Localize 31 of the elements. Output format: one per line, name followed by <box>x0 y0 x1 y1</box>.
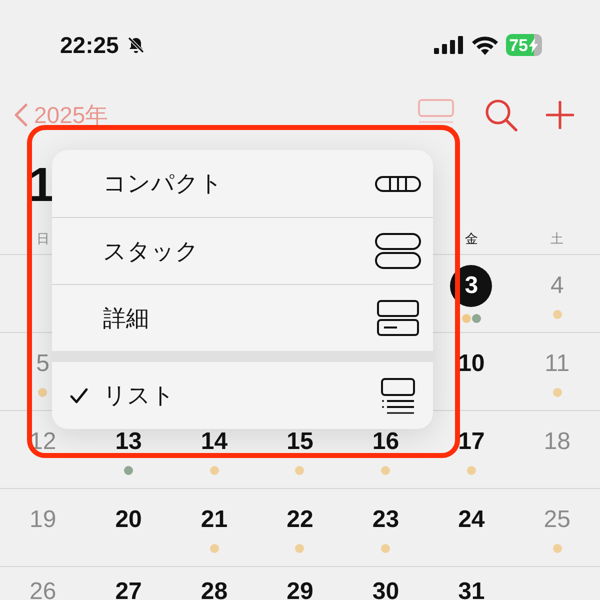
day-number[interactable]: 23 <box>368 503 403 537</box>
menu-item[interactable]: コンパクト <box>52 150 433 217</box>
day-number[interactable]: 22 <box>282 503 317 537</box>
charging-bolt-icon <box>529 38 538 52</box>
menu-item[interactable]: スタック <box>52 217 433 284</box>
stack-view-icon <box>375 233 421 269</box>
day-number[interactable]: 29 <box>282 575 317 600</box>
add-icon[interactable] <box>546 101 574 129</box>
day-number[interactable]: 31 <box>454 575 488 600</box>
checkmark-icon <box>70 388 88 404</box>
detail-view-icon <box>375 300 421 336</box>
day-number[interactable]: 24 <box>454 503 488 537</box>
search-icon[interactable] <box>484 98 518 132</box>
day-number[interactable]: 21 <box>197 503 232 537</box>
compact-view-icon <box>375 176 421 192</box>
day-number[interactable]: 20 <box>112 503 146 537</box>
status-time: 22:25 <box>60 32 119 58</box>
weekday-label: 金 <box>464 230 478 248</box>
weekday-label: 土 <box>550 230 564 248</box>
battery-percent: 75 <box>509 36 528 54</box>
weekday-label: 日 <box>36 230 50 248</box>
wifi-icon <box>472 36 498 54</box>
day-number[interactable]: 17 <box>454 425 488 459</box>
chevron-left-icon <box>14 103 28 127</box>
month-title: 1 <box>28 162 55 210</box>
day-number[interactable]: 27 <box>112 575 146 600</box>
day-number[interactable]: 10 <box>454 347 488 381</box>
signal-icon <box>434 36 464 54</box>
day-number[interactable]: 28 <box>197 575 232 600</box>
day-number[interactable]: 30 <box>368 575 403 600</box>
bell-slash-icon <box>126 36 145 54</box>
